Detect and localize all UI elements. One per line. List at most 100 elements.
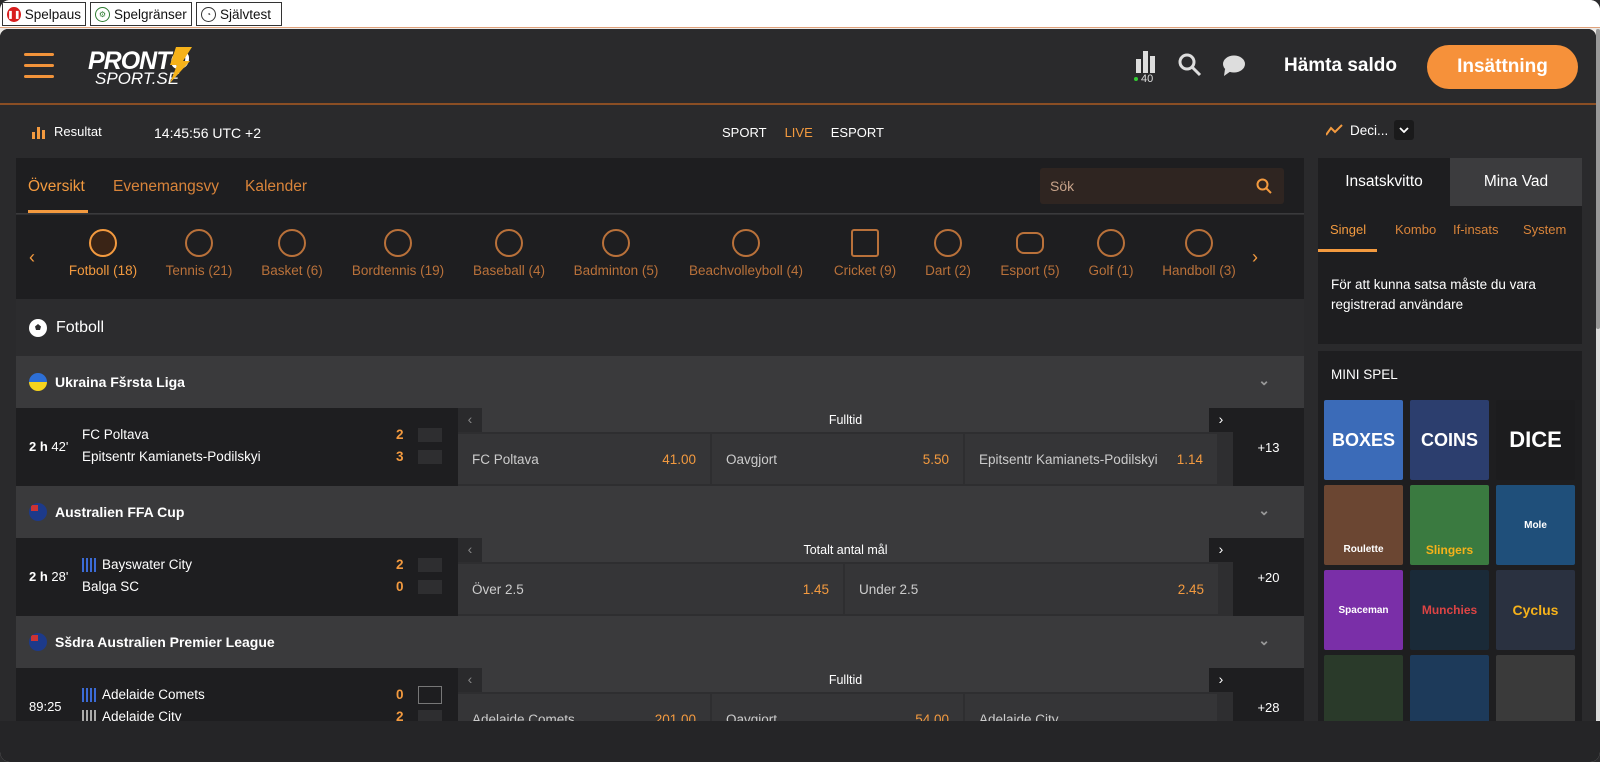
pitch-icon[interactable] (418, 686, 442, 704)
odds-format-select[interactable]: Deci... (1326, 120, 1415, 140)
game-tile[interactable] (1496, 655, 1575, 721)
game-tile-boxes[interactable]: BOXES (1324, 400, 1403, 480)
jersey-icon (82, 687, 96, 702)
sport-item-esport[interactable]: Esport (5) (998, 229, 1062, 278)
chevron-left-icon[interactable]: ‹ (458, 668, 482, 692)
fetch-balance-button[interactable]: Hämta saldo (1284, 55, 1397, 77)
league-header[interactable]: Sšdra Australien Premier League ⌄ (16, 616, 1304, 668)
stats-icon[interactable]: 40 (1134, 51, 1156, 85)
away-team: Balga SC (82, 579, 140, 594)
spelpaus-button[interactable]: ❚❚ Spelpaus (2, 2, 86, 26)
sport-item-bordtennis[interactable]: Bordtennis (19) (350, 229, 446, 278)
chevron-right-icon[interactable]: › (1209, 538, 1233, 562)
chevron-right-icon[interactable]: › (1209, 408, 1233, 432)
tab-mina-vad[interactable]: Mina Vad (1450, 158, 1582, 206)
tab-if-insats[interactable]: If-insats (1453, 222, 1499, 237)
search-input[interactable] (1040, 168, 1250, 204)
tab-evenemangsvy[interactable]: Evenemangsvy (113, 178, 219, 196)
more-markets-button[interactable]: +13 (1233, 408, 1304, 486)
tab-kalender[interactable]: Kalender (245, 178, 307, 196)
australia-flag-icon (29, 503, 47, 521)
match-row[interactable]: 2 h 28' Bayswater City Balga SC 2 0 ‹ To… (16, 538, 1304, 616)
sport-item-tennis[interactable]: Tennis (21) (164, 229, 234, 278)
tab-live[interactable]: LIVE (785, 125, 813, 140)
game-tile-coins[interactable]: COINS (1410, 400, 1489, 480)
tab-singel[interactable]: Singel (1330, 222, 1366, 237)
home-team: Adelaide Comets (82, 687, 205, 702)
sjalvtest-button[interactable]: ◔ Självtest (196, 2, 282, 26)
score-box (418, 558, 442, 572)
chevron-down-icon[interactable]: ⌄ (1258, 372, 1270, 389)
sport-item-handboll[interactable]: Handboll (3) (1160, 229, 1238, 278)
tab-system[interactable]: System (1523, 222, 1566, 237)
sport-label: Basket (6) (261, 263, 323, 278)
odds-button[interactable]: Över 2.5 1.45 (458, 564, 843, 614)
chevron-right-icon[interactable]: › (1252, 248, 1266, 266)
scrollbar[interactable] (1596, 29, 1600, 721)
sport-item-baseball[interactable]: Baseball (4) (471, 229, 547, 278)
chevron-left-icon[interactable]: ‹ (458, 408, 482, 432)
spelgranser-button[interactable]: ⚙ Spelgränser (90, 2, 192, 26)
baseball-icon (495, 229, 523, 257)
sport-label: Cricket (9) (833, 263, 897, 278)
chat-icon[interactable] (1222, 55, 1246, 82)
match-row[interactable]: 2 h 42' FC Poltava Epitsentr Kamianets-P… (16, 408, 1304, 486)
tab-oversikt[interactable]: Översikt (28, 178, 85, 196)
game-tile[interactable] (1324, 655, 1403, 721)
score-box (418, 580, 442, 594)
chevron-left-icon[interactable]: ‹ (458, 538, 482, 562)
game-tile-mole[interactable]: Mole (1496, 485, 1575, 565)
league-header[interactable]: Ukraina Fšrsta Liga ⌄ (16, 356, 1304, 408)
game-tile[interactable] (1410, 655, 1489, 721)
league-header[interactable]: Australien FFA Cup ⌄ (16, 486, 1304, 538)
sport-item-dart[interactable]: Dart (2) (924, 229, 972, 278)
odds-button[interactable]: Adelaide Comets 201.00 (458, 694, 710, 721)
mini-games: MINI SPEL BOXES COINS DICE Roulette Slin… (1318, 351, 1582, 721)
odds-button[interactable]: FC Poltava 41.00 (458, 434, 710, 484)
market: ‹ Totalt antal mål › Över 2.5 1.45 Under … (458, 538, 1233, 616)
search-icon[interactable] (1178, 53, 1202, 82)
results-label: Resultat (54, 124, 102, 139)
sport-item-cricket[interactable]: Cricket (9) (831, 229, 899, 278)
game-tile-dice[interactable]: DICE (1496, 400, 1575, 480)
gamepad-icon (1016, 232, 1044, 254)
odds-button[interactable]: Oavgjort 5.50 (712, 434, 963, 484)
chevron-left-icon[interactable]: ‹ (29, 248, 43, 266)
sport-item-basket[interactable]: Basket (6) (259, 229, 325, 278)
more-markets-button[interactable]: +28 (1233, 668, 1304, 721)
sport-item-badminton[interactable]: Badminton (5) (572, 229, 660, 278)
tab-kombo[interactable]: Kombo (1395, 222, 1436, 237)
pause-icon: ❚❚ (7, 6, 21, 22)
odds-button[interactable]: Epitsentr Kamianets-Podilskyi 1.14 (965, 434, 1217, 484)
chevron-right-icon[interactable]: › (1209, 668, 1233, 692)
game-tile-munchies[interactable]: Munchies (1410, 570, 1489, 650)
sport-item-beachvolleyboll[interactable]: Beachvolleyboll (4) (686, 229, 806, 278)
logo[interactable]: PRONTO SPORT.SE (88, 45, 198, 89)
tab-sport[interactable]: SPORT (722, 125, 767, 140)
results-icon (32, 126, 45, 139)
bottom-bar (0, 721, 1600, 762)
odds-button[interactable]: Adelaide City (965, 694, 1217, 721)
search-icon[interactable] (1256, 178, 1272, 194)
odds-button[interactable]: Under 2.5 2.45 (845, 564, 1218, 614)
game-tile-spaceman[interactable]: Spaceman (1324, 570, 1403, 650)
chevron-down-icon[interactable]: ⌄ (1258, 632, 1270, 649)
game-tile-roulette[interactable]: Roulette (1324, 485, 1403, 565)
results-link[interactable]: Resultat (32, 124, 102, 139)
sport-item-golf[interactable]: Golf (1) (1088, 229, 1134, 278)
game-tile-slingers[interactable]: Slingers (1410, 485, 1489, 565)
tab-esport[interactable]: ESPORT (831, 125, 884, 140)
menu-icon[interactable] (24, 51, 54, 79)
section-title: Fotboll (56, 318, 105, 336)
chevron-down-icon[interactable]: ⌄ (1258, 502, 1270, 519)
market-name: Totalt antal mål (803, 543, 888, 557)
game-tile-cyclus[interactable]: Cyclus (1496, 570, 1575, 650)
score-box (418, 450, 442, 464)
sport-item-fotboll[interactable]: Fotboll (18) (68, 229, 138, 278)
odds-button[interactable]: Oavgjort 54.00 (712, 694, 963, 721)
scrollbar-thumb[interactable] (1596, 29, 1600, 329)
tab-insatskvitto[interactable]: Insatskvitto (1318, 158, 1450, 206)
more-markets-button[interactable]: +20 (1233, 538, 1304, 616)
match-row[interactable]: 89:25 Adelaide Comets Adelaide City 0 2 … (16, 668, 1304, 721)
deposit-button[interactable]: Insättning (1427, 45, 1578, 89)
